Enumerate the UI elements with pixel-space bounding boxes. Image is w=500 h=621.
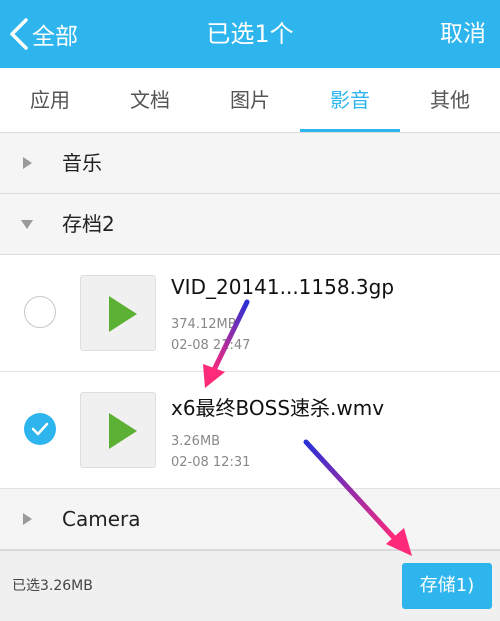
tab-other[interactable]: 其他 [400, 68, 500, 132]
selected-size-label: 已选3.26MB [12, 578, 93, 594]
store-button[interactable]: 存储1) [402, 563, 492, 609]
top-bar: 全部 已选1个 取消 [0, 0, 500, 68]
group-label: Camera [62, 507, 141, 531]
tab-documents[interactable]: 文档 [100, 68, 200, 132]
video-thumbnail [80, 392, 156, 468]
group-label: 存档2 [62, 212, 115, 236]
play-icon [109, 413, 137, 449]
unchecked-radio-icon[interactable] [24, 296, 56, 328]
file-name: x6最终BOSS速杀.wmv [171, 396, 385, 420]
video-thumbnail [80, 275, 156, 351]
cancel-button[interactable]: 取消 [440, 0, 486, 68]
back-button[interactable]: 全部 [8, 0, 78, 68]
tab-apps[interactable]: 应用 [0, 68, 100, 132]
file-size: 374.12MB [171, 317, 237, 332]
bottom-bar: 已选3.26MB 存储1) [0, 550, 500, 621]
back-label: 全部 [32, 24, 78, 50]
expand-right-icon [23, 157, 32, 169]
file-date: 02-08 12:31 [171, 455, 251, 470]
file-date: 02-08 21:47 [171, 338, 251, 353]
chevron-left-icon [10, 18, 28, 50]
file-name: VID_20141...1158.3gp [171, 275, 395, 299]
tab-images[interactable]: 图片 [200, 68, 300, 132]
tab-media[interactable]: 影音 [300, 68, 400, 132]
group-camera[interactable]: Camera [0, 489, 500, 550]
play-icon [109, 296, 137, 332]
checked-radio-icon[interactable] [24, 413, 56, 445]
group-label: 音乐 [62, 151, 102, 175]
expand-down-icon [21, 220, 33, 229]
checkmark-icon [31, 422, 49, 436]
file-row[interactable]: VID_20141...1158.3gp 374.12MB 02-08 21:4… [0, 255, 500, 372]
category-tabs: 应用 文档 图片 影音 其他 [0, 68, 500, 133]
group-archive[interactable]: 存档2 [0, 194, 500, 255]
file-row[interactable]: x6最终BOSS速杀.wmv 3.26MB 02-08 12:31 [0, 372, 500, 489]
file-size: 3.26MB [171, 434, 221, 449]
expand-right-icon [23, 513, 32, 525]
group-music[interactable]: 音乐 [0, 133, 500, 194]
